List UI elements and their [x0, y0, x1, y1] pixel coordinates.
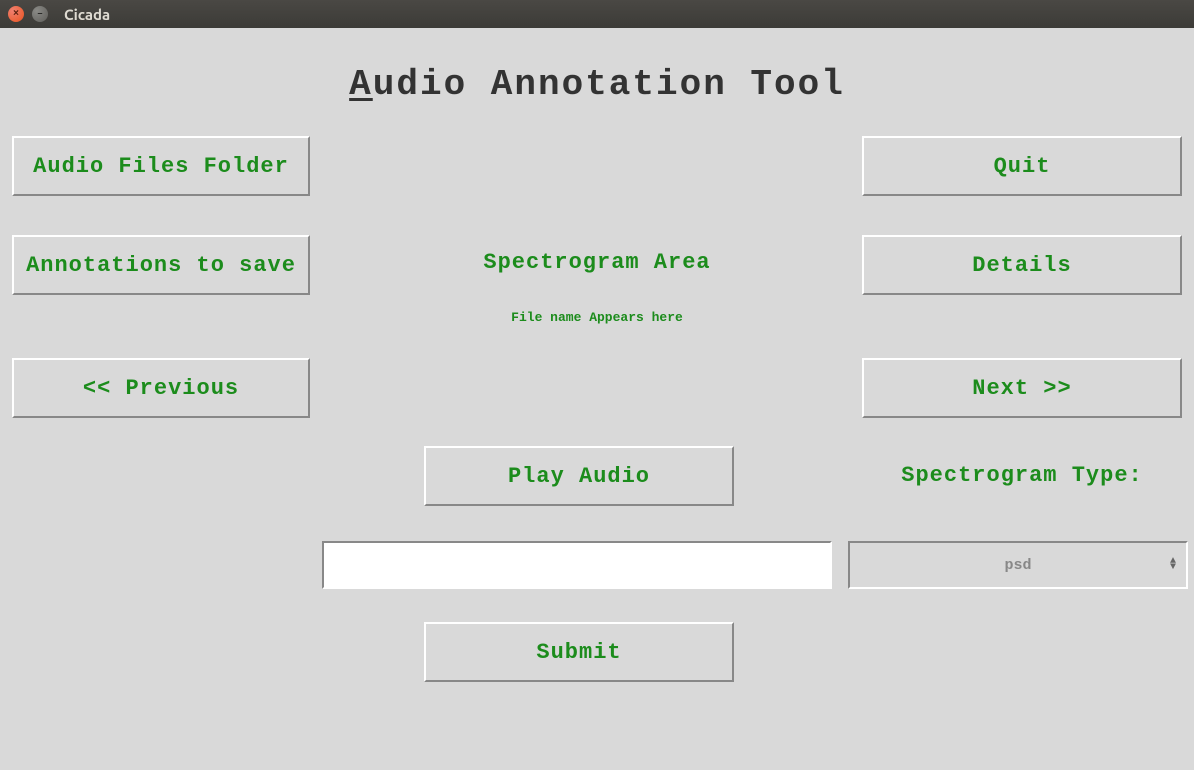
annotation-input[interactable]	[322, 541, 832, 589]
spectrogram-area-label: Spectrogram Area	[483, 250, 710, 275]
close-icon[interactable]: ×	[8, 6, 24, 22]
app-title-rest: udio Annotation Tool	[373, 64, 845, 105]
details-button[interactable]: Details	[862, 235, 1182, 295]
app-title: Audio Annotation Tool	[349, 64, 845, 105]
spectrogram-type-label: Spectrogram Type:	[862, 463, 1182, 488]
chevron-updown-icon: ▲▼	[1170, 559, 1176, 571]
spectrogram-type-select[interactable]: psd ▲▼	[848, 541, 1188, 589]
minimize-icon[interactable]: –	[32, 6, 48, 22]
submit-button[interactable]: Submit	[424, 622, 734, 682]
file-name-label: File name Appears here	[511, 310, 683, 325]
spectrogram-type-selected: psd	[1004, 557, 1031, 574]
audio-files-folder-button[interactable]: Audio Files Folder	[12, 136, 310, 196]
window-title: Cicada	[64, 6, 110, 23]
play-audio-button[interactable]: Play Audio	[424, 446, 734, 506]
next-button[interactable]: Next >>	[862, 358, 1182, 418]
window-controls: × –	[8, 6, 48, 22]
app-title-underline-char: A	[349, 64, 373, 105]
quit-button[interactable]: Quit	[862, 136, 1182, 196]
window-titlebar: × – Cicada	[0, 0, 1194, 28]
app-body: Audio Annotation Tool Audio Files Folder…	[0, 28, 1194, 770]
previous-button[interactable]: << Previous	[12, 358, 310, 418]
annotations-to-save-button[interactable]: Annotations to save	[12, 235, 310, 295]
